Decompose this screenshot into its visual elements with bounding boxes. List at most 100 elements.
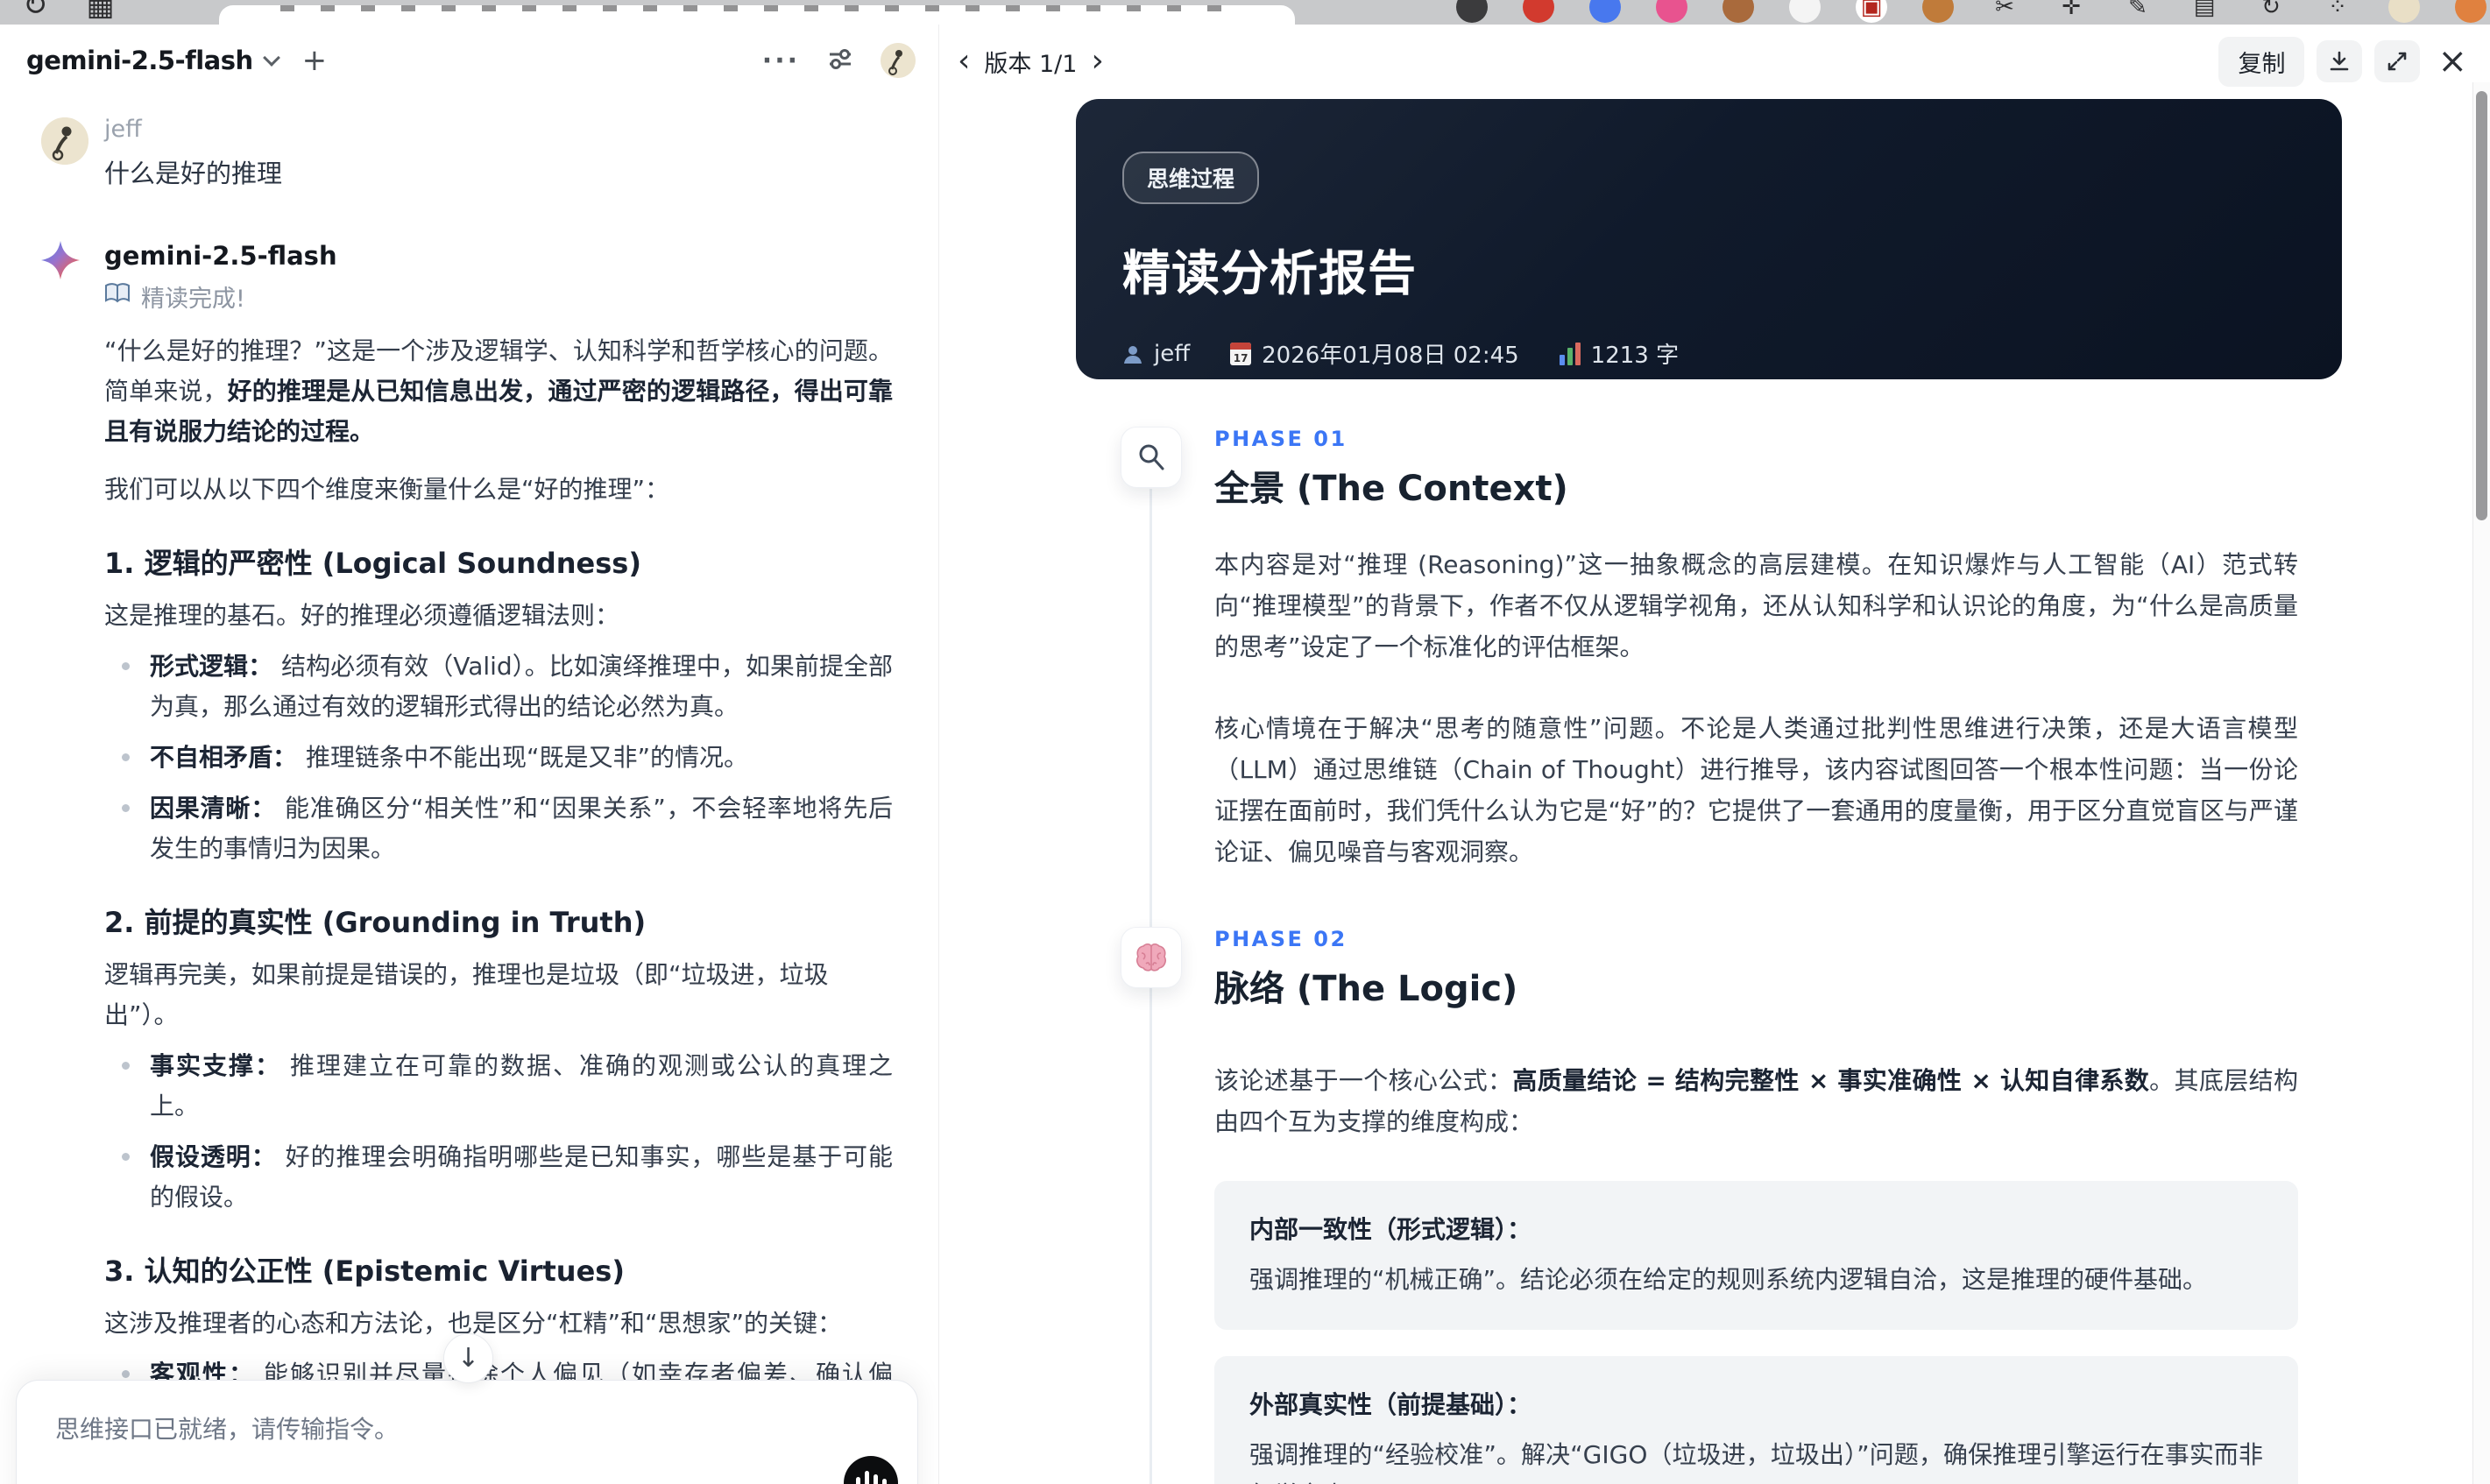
section-title-2: 2. 前提的真实性 (Grounding in Truth) (104, 906, 647, 939)
section-bullets-1: 形式逻辑： 结构必须有效（Valid）。比如演绎推理中，如果前提全部为真，那么通过… (104, 647, 893, 869)
copy-button[interactable]: 复制 (2218, 36, 2305, 87)
phase-section-2: PHASE 02 脉络 (The Logic) 该论述基于一个核心公式：高质量结… (940, 927, 2473, 1484)
report-scroll-area[interactable]: 思维过程 精读分析报告 jeff 17 2026年01月08日 02:45 12… (940, 86, 2473, 1484)
person-icon (1124, 345, 1142, 364)
chat-scroll-area[interactable]: jeff 什么是好的推理 gemini-2.5-flash 精读完成! “什么是… (0, 81, 938, 1484)
extension-icon-row: ▣ ✂ ✛ ✎ ▤ ↻ ⁘ (1456, 0, 2486, 25)
screenshot-root: ↻▦ ▣✂✛✎▤↻⁘ gemini-2.5-flash + ··· (0, 0, 2490, 1484)
dimension-title: 内部一致性（形式逻辑）： (1249, 1215, 1532, 1244)
user-message-text: 什么是好的推理 (104, 159, 283, 188)
composer-input[interactable]: 思维接口已就绪，请传输指令。 (55, 1410, 879, 1445)
toolbar-icon-crosshair[interactable]: ✛ (2055, 0, 2087, 23)
phase-title: 全景 (The Context) (1214, 469, 1568, 509)
bullet-item: 形式逻辑： 结构必须有效（Valid）。比如演绎推理中，如果前提全部为真，那么通过… (104, 647, 893, 727)
phase-paragraph: 本内容是对“推理 (Reasoning)”这一抽象概念的高层建模。在知识爆炸与人… (1214, 550, 2298, 661)
toolbar-icon-scissors[interactable]: ✂ (1989, 0, 2020, 23)
report-header-card: 思维过程 精读分析报告 jeff 17 2026年01月08日 02:45 12… (1076, 99, 2342, 379)
model-selector[interactable]: gemini-2.5-flash (26, 46, 253, 75)
assistant-name: gemini-2.5-flash (104, 241, 337, 271)
message-composer[interactable]: 思维接口已就绪，请传输指令。 + (16, 1380, 918, 1484)
section-title-3: 3. 认知的公正性 (Epistemic Virtues) (104, 1254, 625, 1288)
toolbar-icon-grid[interactable]: ⁘ (2322, 0, 2353, 23)
toolbar-icon-refresh[interactable]: ↻ (2255, 0, 2287, 23)
extension-icon-pink[interactable] (1656, 0, 1687, 23)
dimension-title: 外部真实性（前提基础）： (1249, 1390, 1532, 1419)
fullscreen-button[interactable] (2374, 40, 2421, 82)
section-title-1: 1. 逻辑的严密性 (Logical Soundness) (104, 547, 641, 580)
assistant-message: gemini-2.5-flash 精读完成! “什么是好的推理？”这是一个涉及逻… (0, 241, 938, 1484)
scroll-to-bottom-button[interactable]: ↓ (443, 1333, 493, 1383)
section-bullets-2: 事实支撑： 推理建立在可靠的数据、准确的观测或公认的真理之上。 假设透明： 好的推理… (104, 1046, 893, 1218)
close-button[interactable]: × (2437, 41, 2467, 81)
artifact-actions: 复制 × (2218, 36, 2467, 87)
extension-icon-blue[interactable] (1589, 0, 1621, 23)
extension-icon-brown[interactable] (1722, 0, 1754, 23)
chevron-left-icon[interactable]: ‹ (958, 46, 970, 77)
chat-panel: gemini-2.5-flash + ··· jeff 什么是好的推理 gemi… (0, 25, 939, 1484)
brain-icon-card (1121, 927, 1182, 988)
arrow-down-icon: ↓ (456, 1343, 480, 1374)
toolbar-icon-clipboard[interactable]: ▤ (2189, 0, 2220, 23)
extension-icon-orange[interactable] (1922, 0, 1954, 23)
extension-icon-red-square[interactable]: ▣ (1856, 0, 1887, 23)
tune-sliders-icon[interactable] (826, 45, 854, 76)
phase-section-1: PHASE 01 全景 (The Context) 本内容是对“推理 (Reas… (940, 427, 2473, 873)
report-author: jeff (1122, 341, 1190, 367)
dimension-text: 强调推理的“机械正确”。结论必须在给定的规则系统内逻辑自洽，这是推理的硬件基础。 (1249, 1265, 2208, 1294)
report-meta: jeff 17 2026年01月08日 02:45 1213 字 (1122, 337, 2342, 370)
bullet-item: 不自相矛盾： 推理链条中不能出现“既是又非”的情况。 (104, 738, 893, 778)
phase-eyebrow: PHASE 02 (1214, 927, 1348, 951)
artifact-panel: ‹ 版本 1/1 › 复制 × 思维过程 精读分析报告 jeff 17 2026… (940, 25, 2490, 1484)
assistant-paragraph: 我们可以从以下四个维度来衡量什么是“好的推理”： (104, 475, 670, 504)
phase-paragraph: 核心情境在于解决“思考的随意性”问题。不论是人类通过批判性思维进行决策，还是大语… (1214, 714, 2298, 866)
more-options-button[interactable]: ··· (762, 46, 800, 76)
reload-icon[interactable]: ↻ (23, 0, 48, 23)
report-datetime: 17 2026年01月08日 02:45 (1230, 337, 1519, 370)
user-message: jeff 什么是好的推理 (0, 81, 938, 190)
new-chat-button[interactable]: + (302, 43, 328, 78)
voice-input-button[interactable] (844, 1456, 898, 1484)
user-avatar (41, 117, 88, 165)
avatar-icon[interactable] (2388, 0, 2420, 23)
bullet-item: 事实支撑： 推理建立在可靠的数据、准确的观测或公认的真理之上。 (104, 1046, 893, 1127)
phase-title: 脉络 (The Logic) (1214, 969, 1518, 1009)
magnifier-icon-card (1121, 427, 1182, 488)
version-label: 版本 1/1 (984, 50, 1078, 78)
extension-icon-panda[interactable] (1789, 0, 1821, 23)
calendar-icon: 17 (1230, 342, 1252, 365)
dimension-box-1: 内部一致性（形式逻辑）： 强调推理的“机械正确”。结论必须在给定的规则系统内逻辑… (1214, 1181, 2298, 1330)
user-avatar[interactable] (881, 43, 916, 78)
assistant-status: 精读完成! (104, 279, 881, 314)
chat-header: gemini-2.5-flash + ··· (0, 37, 938, 84)
bar-chart-icon (1559, 342, 1581, 365)
dimension-box-2: 外部真实性（前提基础）： 强调推理的“经验校准”。解决“GIGO（垃圾进，垃圾出… (1214, 1356, 2298, 1484)
app-window: gemini-2.5-flash + ··· jeff 什么是好的推理 gemi… (0, 25, 2490, 1484)
browser-toolbar-left: ↻ ▦ (23, 0, 115, 23)
toolbar-icon-pen[interactable]: ✎ (2122, 0, 2154, 23)
bullet-item: 因果清晰： 能准确区分“相关性”和“因果关系”，不会轻率地将先后发生的事情归为因果… (104, 788, 893, 869)
chevron-down-icon[interactable] (262, 49, 280, 67)
download-button[interactable] (2317, 40, 2363, 82)
chevron-right-icon[interactable]: › (1091, 46, 1103, 77)
browser-address-bar[interactable] (219, 5, 1295, 25)
address-bar-text-truncated (280, 5, 1234, 11)
bullet-item: 假设透明： 好的推理会明确指明哪些是已知事实，哪些是基于可能的假设。 (104, 1137, 893, 1218)
scrollbar-track[interactable] (2472, 82, 2490, 1484)
browser-toolbar: ↻ ▦ ▣ ✂ ✛ ✎ ▤ ↻ ⁘ (0, 0, 2490, 25)
dimension-text: 强调推理的“经验校准”。解决“GIGO（垃圾进，垃圾出）”问题，确保推理引擎运行… (1249, 1440, 2263, 1484)
version-navigator: ‹ 版本 1/1 › (958, 45, 1104, 79)
scrollbar-thumb[interactable] (2476, 91, 2487, 520)
phase-eyebrow: PHASE 01 (1214, 427, 1348, 451)
assistant-status-text: 精读完成! (141, 286, 245, 313)
tab-grid-icon[interactable]: ▦ (87, 0, 115, 23)
phase-paragraph: 该论述基于一个核心公式：高质量结论 = 结构完整性 × 事实准确性 × 认知自律… (1214, 1066, 2298, 1136)
report-badge: 思维过程 (1122, 152, 1260, 204)
extension-icon-dark[interactable] (1456, 0, 1488, 23)
section-intro-3: 这涉及推理者的心态和方法论，也是区分“杠精”和“思想家”的关键： (104, 1309, 843, 1338)
extension-icon-red[interactable] (1523, 0, 1554, 23)
section-intro-2: 逻辑再完美，如果前提是错误的，推理也是垃圾（即“垃圾进，垃圾出”）。 (104, 960, 829, 1029)
report-word-count: 1213 字 (1559, 337, 1679, 370)
book-icon (104, 283, 131, 310)
section-intro-1: 这是推理的基石。好的推理必须遵循逻辑法则： (104, 601, 620, 630)
extension-icon-edge-orange[interactable] (2455, 0, 2486, 23)
